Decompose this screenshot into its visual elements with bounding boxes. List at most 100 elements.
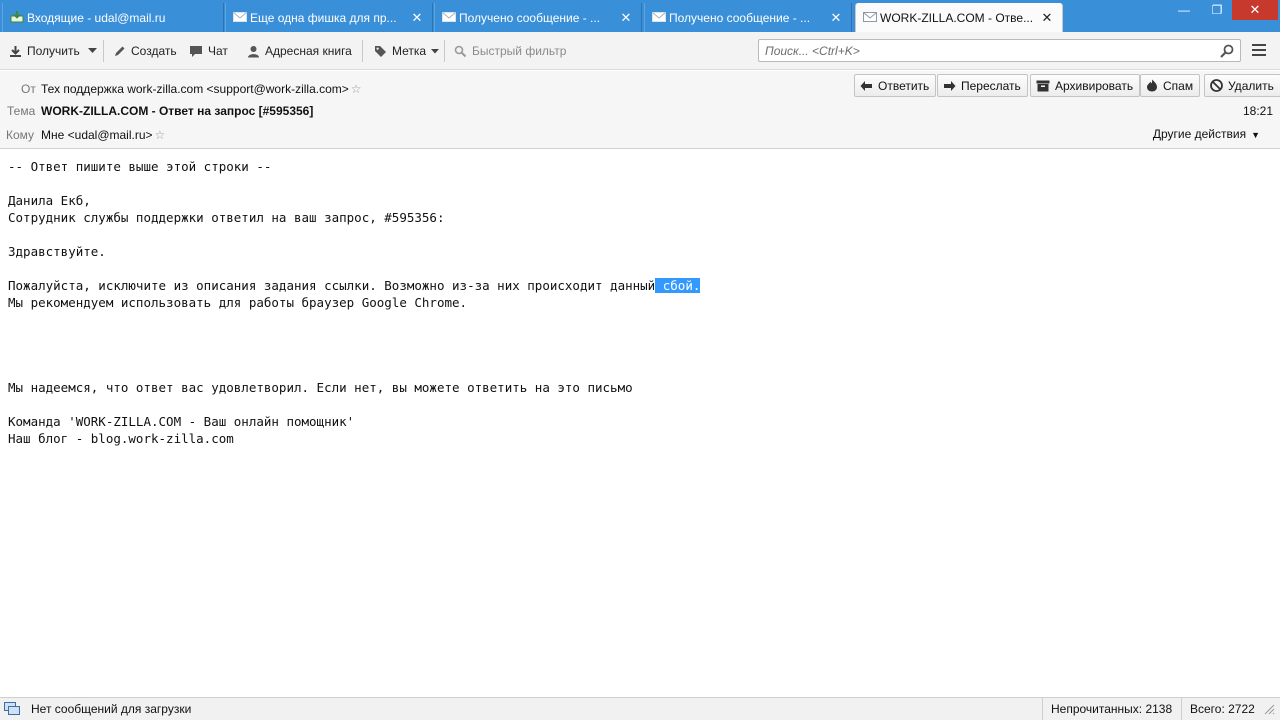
envelope-icon	[442, 12, 456, 22]
tab-message-2[interactable]: Еще одна фишка для пр... ✕	[225, 3, 433, 32]
pencil-icon	[115, 46, 125, 56]
forward-label: Переслать	[961, 78, 1021, 93]
get-messages-button[interactable]: Получить	[9, 41, 80, 61]
message-body[interactable]: -- Ответ пишите выше этой строки -- Дани…	[8, 158, 1268, 693]
tag-icon	[375, 45, 386, 57]
filter-icon	[454, 45, 467, 57]
body-line: Мы надеемся, что ответ вас удовлетворил.…	[8, 380, 633, 395]
tag-button[interactable]: Метка	[374, 41, 440, 61]
body-line: Команда 'WORK-ZILLA.COM - Ваш онлайн пом…	[8, 414, 355, 429]
hamburger-menu-icon[interactable]	[1251, 42, 1267, 58]
body-line: Сотрудник службы поддержки ответил на ва…	[8, 210, 445, 225]
maximize-button[interactable]: ❐	[1203, 0, 1231, 20]
close-window-button[interactable]: ✕	[1232, 0, 1278, 20]
minimize-button[interactable]: —	[1170, 0, 1198, 20]
message-time: 18:21	[1242, 104, 1273, 118]
chevron-down-icon	[431, 48, 440, 53]
tab-message-active[interactable]: WORK-ZILLA.COM - Отве... ✕	[855, 3, 1063, 32]
subject-value: WORK-ZILLA.COM - Ответ на запрос [#59535…	[41, 104, 314, 118]
body-line: Пожалуйста, исключите из описания задани…	[8, 277, 1268, 294]
quick-filter-button[interactable]: Быстрый фильтр	[454, 41, 566, 61]
close-tab-icon[interactable]: ✕	[829, 10, 843, 26]
write-button[interactable]: Создать	[113, 41, 177, 61]
total-count: Всего: 2722	[1181, 698, 1263, 720]
download-icon	[10, 45, 21, 57]
tab-message-3[interactable]: Получено сообщение - ... ✕	[434, 3, 642, 32]
archive-button[interactable]: Архивировать	[1030, 74, 1141, 97]
forward-arrow-icon	[944, 80, 956, 91]
to-label: Кому	[6, 128, 35, 142]
envelope-icon	[233, 12, 247, 22]
body-line[interactable]: Наш блог - blog.work-zilla.com	[8, 430, 1268, 447]
spam-label: Спам	[1163, 78, 1194, 93]
toolbar-divider	[103, 40, 104, 62]
other-actions-label: Другие действия	[1152, 127, 1247, 141]
network-status-icon	[4, 702, 20, 715]
delete-icon	[1210, 79, 1223, 92]
from-address[interactable]: Тех поддержка work-zilla.com <support@wo…	[41, 82, 349, 96]
envelope-icon	[863, 12, 877, 22]
status-message: Нет сообщений для загрузки	[31, 702, 192, 716]
message-header: От Тех поддержка work-zilla.com <support…	[0, 71, 1280, 149]
from-label: От	[21, 82, 36, 96]
contact-icon	[248, 45, 259, 57]
toolbar-divider	[444, 40, 445, 62]
inbox-icon	[10, 11, 24, 23]
body-text: Пожалуйста, исключите из описания задани…	[8, 278, 656, 293]
reply-label: Ответить	[878, 78, 930, 93]
search-input[interactable]	[765, 43, 1205, 59]
body-line: -- Ответ пишите выше этой строки --	[8, 159, 272, 174]
tab-inbox[interactable]: Входящие - udal@mail.ru	[2, 3, 224, 32]
search-box[interactable]	[758, 39, 1241, 62]
chat-label: Чат	[208, 44, 228, 58]
subject-label: Тема	[7, 104, 36, 118]
quick-filter-label: Быстрый фильтр	[472, 44, 567, 58]
tag-label: Метка	[392, 44, 427, 58]
tab-label: WORK-ZILLA.COM - Отве...	[880, 10, 1034, 25]
tab-label: Получено сообщение - ...	[459, 10, 601, 25]
resize-grip-icon[interactable]	[1264, 704, 1275, 715]
to-address[interactable]: Мне <udal@mail.ru>	[41, 128, 153, 142]
selected-text: сбой.	[655, 278, 701, 293]
reply-button[interactable]: Ответить	[854, 74, 937, 97]
spam-button[interactable]: Спам	[1140, 74, 1201, 97]
forward-button[interactable]: Переслать	[937, 74, 1028, 97]
body-line: Данила Екб,	[8, 193, 91, 208]
other-actions-menu[interactable]: Другие действия ▼	[1153, 127, 1260, 141]
close-tab-icon[interactable]: ✕	[410, 10, 424, 26]
star-icon[interactable]: ☆	[351, 82, 362, 96]
from-value[interactable]: Тех поддержка work-zilla.com <support@wo…	[41, 82, 362, 96]
flame-icon	[1147, 79, 1157, 92]
archive-label: Архивировать	[1055, 78, 1134, 93]
chat-button[interactable]: Чат	[189, 41, 228, 61]
envelope-icon	[652, 12, 666, 22]
tab-message-4[interactable]: Получено сообщение - ... ✕	[644, 3, 852, 32]
tab-label: Входящие - udal@mail.ru	[27, 10, 166, 25]
close-tab-icon[interactable]: ✕	[619, 10, 633, 26]
reply-arrow-icon	[860, 80, 872, 91]
address-book-button[interactable]: Адресная книга	[247, 41, 352, 61]
unread-count: Непрочитанных: 2138	[1042, 698, 1180, 720]
tab-bar: Входящие - udal@mail.ru Еще одна фишка д…	[0, 0, 1280, 32]
to-value[interactable]: Мне <udal@mail.ru> ☆	[41, 128, 165, 142]
chat-bubble-icon	[190, 45, 202, 57]
search-icon[interactable]	[1220, 44, 1234, 58]
close-tab-icon[interactable]: ✕	[1040, 10, 1054, 26]
star-icon[interactable]: ☆	[155, 128, 166, 142]
get-messages-dropdown[interactable]	[88, 41, 102, 61]
get-messages-label: Получить	[27, 44, 80, 58]
tab-label: Получено сообщение - ...	[669, 10, 811, 25]
tab-label: Еще одна фишка для пр...	[250, 10, 397, 25]
delete-button[interactable]: Удалить	[1204, 74, 1280, 97]
delete-label: Удалить	[1228, 78, 1274, 93]
toolbar-divider	[362, 40, 363, 62]
body-line: Здравствуйте.	[8, 244, 106, 259]
